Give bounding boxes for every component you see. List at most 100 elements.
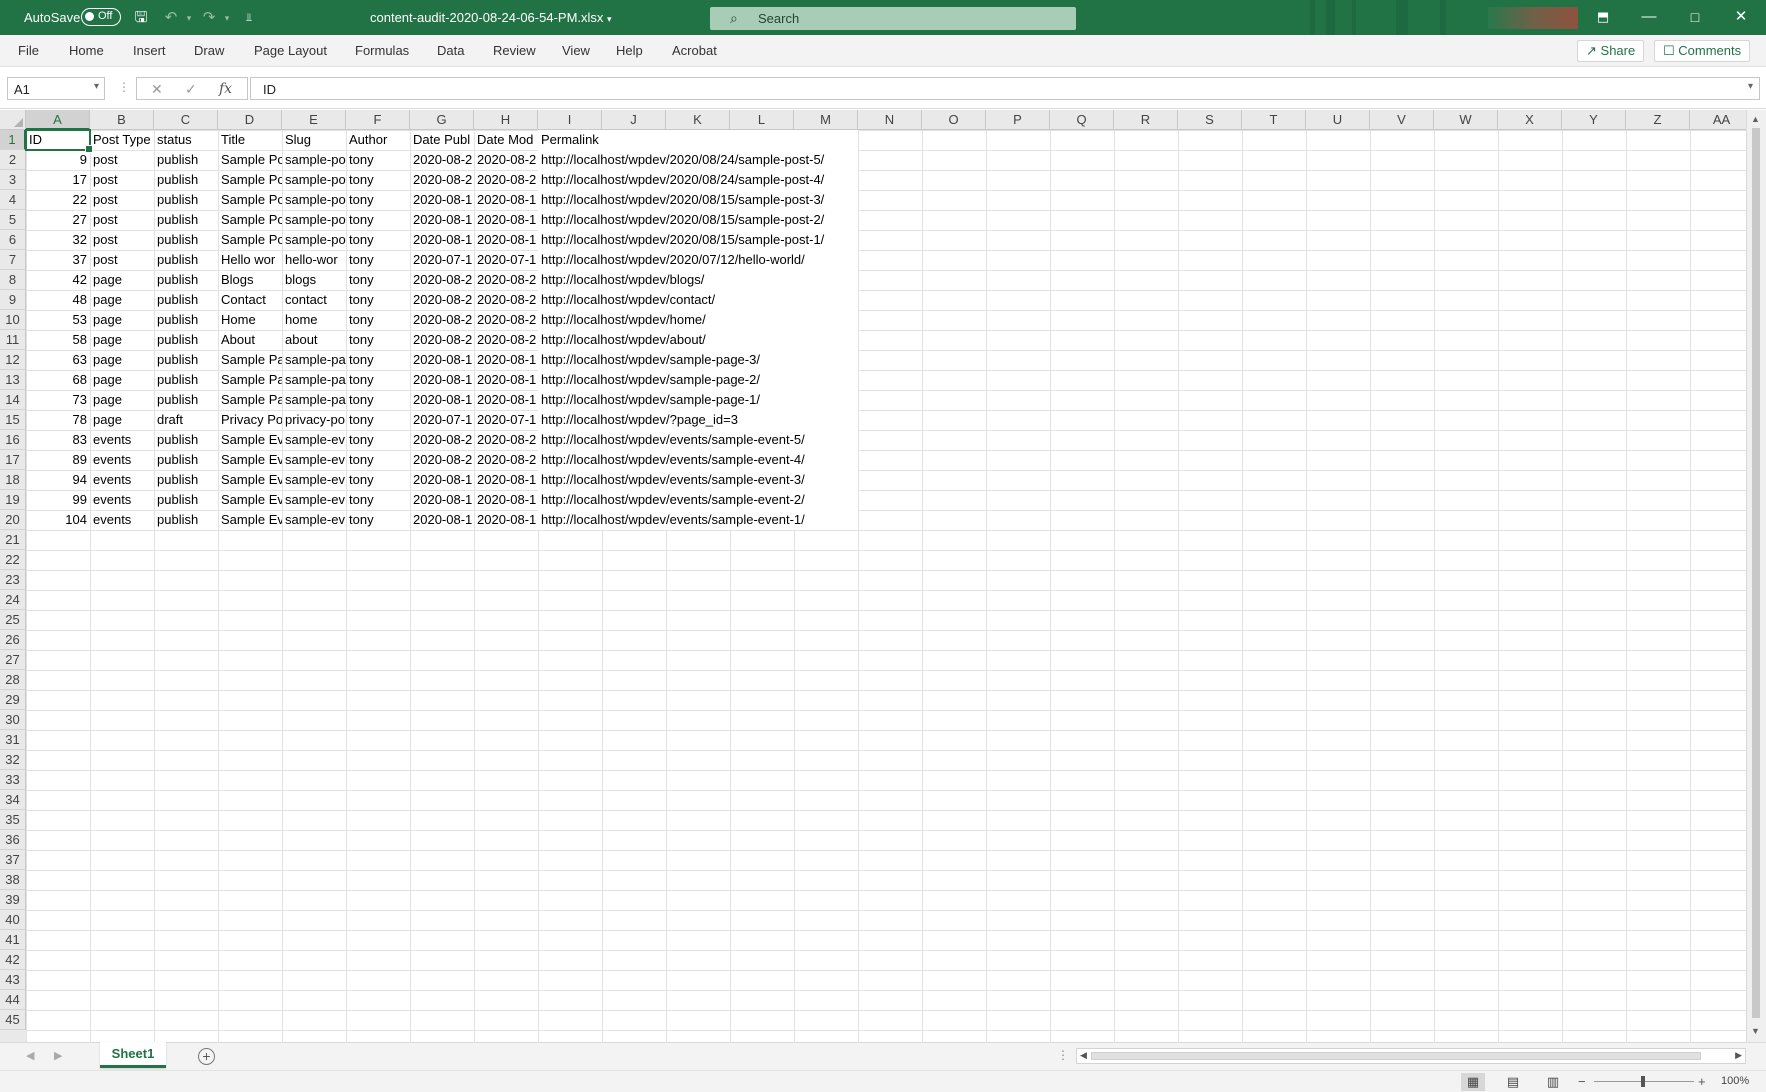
cell[interactable]: post bbox=[90, 150, 154, 170]
autosave-toggle[interactable]: Off bbox=[81, 8, 121, 26]
cell[interactable]: 48 bbox=[26, 290, 90, 310]
cell[interactable]: 99 bbox=[26, 490, 90, 510]
scroll-down-icon[interactable]: ▼ bbox=[1751, 1026, 1760, 1036]
cell[interactable]: 68 bbox=[26, 370, 90, 390]
cell[interactable]: publish bbox=[154, 210, 218, 230]
cell[interactable]: 2020-08-2 bbox=[410, 430, 474, 450]
cell[interactable]: Sample Pa bbox=[218, 390, 282, 410]
row-header-45[interactable]: 45 bbox=[0, 1010, 26, 1030]
cell[interactable]: 2020-08-1 bbox=[474, 230, 538, 250]
cell[interactable]: 2020-08-1 bbox=[410, 230, 474, 250]
cell[interactable]: publish bbox=[154, 190, 218, 210]
cell[interactable]: 2020-08-2 bbox=[474, 170, 538, 190]
cell[interactable]: 2020-08-2 bbox=[474, 270, 538, 290]
cell[interactable]: http://localhost/wpdev/events/sample-eve… bbox=[538, 450, 858, 470]
row-header-18[interactable]: 18 bbox=[0, 470, 26, 490]
column-header-i[interactable]: I bbox=[538, 110, 602, 130]
cell[interactable]: http://localhost/wpdev/events/sample-eve… bbox=[538, 510, 858, 530]
scroll-right-icon[interactable]: ▶ bbox=[1735, 1050, 1742, 1061]
cell[interactable]: sample-po bbox=[282, 210, 346, 230]
cell[interactable]: http://localhost/wpdev/events/sample-eve… bbox=[538, 470, 858, 490]
cell[interactable]: http://localhost/wpdev/events/sample-eve… bbox=[538, 430, 858, 450]
row-header-35[interactable]: 35 bbox=[0, 810, 26, 830]
cell[interactable]: Sample Po bbox=[218, 150, 282, 170]
cell[interactable]: tony bbox=[346, 290, 410, 310]
row-header-24[interactable]: 24 bbox=[0, 590, 26, 610]
column-header-o[interactable]: O bbox=[922, 110, 986, 130]
cell[interactable]: http://localhost/wpdev/2020/08/24/sample… bbox=[538, 150, 858, 170]
cell[interactable]: 2020-08-2 bbox=[474, 450, 538, 470]
cell[interactable]: tony bbox=[346, 190, 410, 210]
tab-data[interactable]: Data bbox=[437, 43, 464, 58]
row-header-8[interactable]: 8 bbox=[0, 270, 26, 290]
zoom-out-icon[interactable]: − bbox=[1578, 1074, 1586, 1089]
cell[interactable]: 78 bbox=[26, 410, 90, 430]
row-header-14[interactable]: 14 bbox=[0, 390, 26, 410]
cell[interactable]: publish bbox=[154, 290, 218, 310]
cell[interactable]: sample-ev bbox=[282, 490, 346, 510]
tab-review[interactable]: Review bbox=[493, 43, 536, 58]
cell[interactable]: blogs bbox=[282, 270, 346, 290]
undo-dropdown-icon[interactable]: ▾ bbox=[180, 9, 198, 27]
add-sheet-icon[interactable]: + bbox=[198, 1048, 215, 1065]
cell[interactable]: post bbox=[90, 250, 154, 270]
row-header-17[interactable]: 17 bbox=[0, 450, 26, 470]
cell[interactable]: publish bbox=[154, 450, 218, 470]
account-avatar[interactable] bbox=[1488, 7, 1578, 29]
scroll-up-icon[interactable]: ▲ bbox=[1751, 114, 1760, 124]
cell[interactable]: publish bbox=[154, 430, 218, 450]
zoom-in-icon[interactable]: + bbox=[1698, 1074, 1706, 1089]
customize-toolbar-icon[interactable]: ⫫ bbox=[240, 9, 258, 27]
cell[interactable]: page bbox=[90, 330, 154, 350]
row-header-3[interactable]: 3 bbox=[0, 170, 26, 190]
cell[interactable]: publish bbox=[154, 490, 218, 510]
ribbon-display-options-icon[interactable]: ⬒ bbox=[1588, 6, 1618, 28]
cell[interactable]: tony bbox=[346, 150, 410, 170]
cell[interactable]: tony bbox=[346, 370, 410, 390]
cell[interactable]: http://localhost/wpdev/2020/08/24/sample… bbox=[538, 170, 858, 190]
cell[interactable]: Sample Ev bbox=[218, 470, 282, 490]
row-header-36[interactable]: 36 bbox=[0, 830, 26, 850]
close-icon[interactable]: ✕ bbox=[1726, 6, 1756, 28]
cell[interactable]: 2020-08-1 bbox=[474, 190, 538, 210]
cell[interactable]: 2020-08-2 bbox=[410, 170, 474, 190]
cell[interactable]: Sample Pa bbox=[218, 350, 282, 370]
row-header-32[interactable]: 32 bbox=[0, 750, 26, 770]
row-header-20[interactable]: 20 bbox=[0, 510, 26, 530]
cell[interactable]: 2020-08-1 bbox=[474, 490, 538, 510]
zoom-level[interactable]: 100% bbox=[1721, 1075, 1749, 1087]
cell[interactable]: http://localhost/wpdev/contact/ bbox=[538, 290, 858, 310]
cell[interactable]: page bbox=[90, 370, 154, 390]
cell[interactable]: events bbox=[90, 510, 154, 530]
column-header-y[interactable]: Y bbox=[1562, 110, 1626, 130]
tab-acrobat[interactable]: Acrobat bbox=[672, 43, 717, 58]
cell[interactable]: http://localhost/wpdev/sample-page-2/ bbox=[538, 370, 858, 390]
column-header-f[interactable]: F bbox=[346, 110, 410, 130]
row-header-6[interactable]: 6 bbox=[0, 230, 26, 250]
cell[interactable]: home bbox=[282, 310, 346, 330]
cell[interactable]: 2020-08-1 bbox=[474, 390, 538, 410]
row-header-38[interactable]: 38 bbox=[0, 870, 26, 890]
cell[interactable]: tony bbox=[346, 430, 410, 450]
cell[interactable]: events bbox=[90, 470, 154, 490]
column-header-c[interactable]: C bbox=[154, 110, 218, 130]
cell[interactable]: Date Publ bbox=[410, 130, 474, 150]
cell[interactable]: 94 bbox=[26, 470, 90, 490]
cell[interactable]: tony bbox=[346, 330, 410, 350]
cell[interactable]: publish bbox=[154, 510, 218, 530]
next-sheet-icon[interactable]: ▶ bbox=[54, 1049, 62, 1062]
cell[interactable]: hello-wor bbox=[282, 250, 346, 270]
cell[interactable]: Privacy Po bbox=[218, 410, 282, 430]
cell[interactable]: post bbox=[90, 210, 154, 230]
row-header-39[interactable]: 39 bbox=[0, 890, 26, 910]
cell[interactable]: post bbox=[90, 190, 154, 210]
cell[interactable]: http://localhost/wpdev/sample-page-1/ bbox=[538, 390, 858, 410]
sheet-tab-sheet1[interactable]: Sheet1 bbox=[100, 1042, 166, 1068]
cell[interactable]: tony bbox=[346, 210, 410, 230]
cell[interactable]: Sample Po bbox=[218, 170, 282, 190]
cell[interactable]: tony bbox=[346, 450, 410, 470]
cell[interactable]: sample-po bbox=[282, 230, 346, 250]
column-header-w[interactable]: W bbox=[1434, 110, 1498, 130]
cell[interactable]: Home bbox=[218, 310, 282, 330]
row-header-43[interactable]: 43 bbox=[0, 970, 26, 990]
